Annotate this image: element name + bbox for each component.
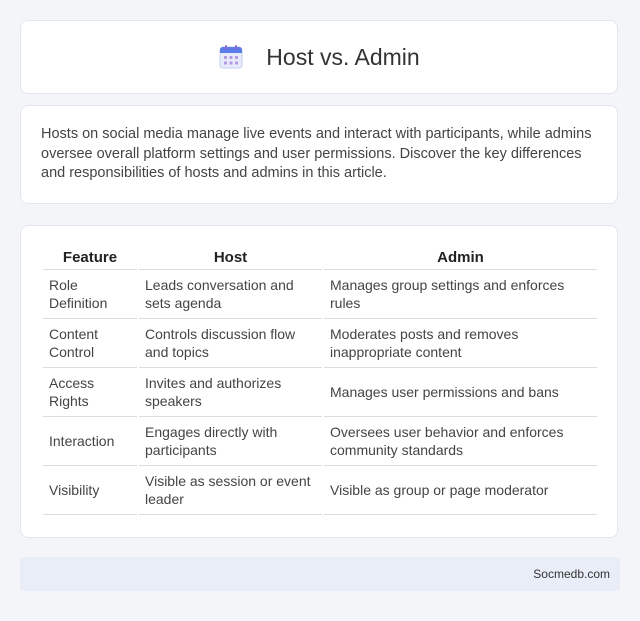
feature-cell: Access Rights — [43, 368, 137, 417]
table-row: Access Rights Invites and authorizes spe… — [43, 368, 597, 417]
column-header-feature: Feature — [43, 246, 137, 270]
column-header-admin: Admin — [324, 246, 597, 270]
table-row: Interaction Engages directly with partic… — [43, 417, 597, 466]
column-header-host: Host — [139, 246, 322, 270]
table-row: Role Definition Leads conversation and s… — [43, 270, 597, 319]
footer-site-link[interactable]: Socmedb.com — [533, 567, 610, 581]
table-header-row: Feature Host Admin — [43, 246, 597, 270]
title-card: Host vs. Admin — [20, 20, 618, 94]
page-title: Host vs. Admin — [266, 43, 420, 70]
comparison-card: Feature Host Admin Role Definition Leads… — [20, 225, 618, 538]
comparison-table: Feature Host Admin Role Definition Leads… — [41, 246, 599, 515]
admin-cell: Manages user permissions and bans — [324, 368, 597, 417]
intro-card: Hosts on social media manage live events… — [20, 105, 618, 204]
intro-text: Hosts on social media manage live events… — [41, 126, 592, 181]
calendar-icon — [219, 45, 243, 69]
table-row: Content Control Controls discussion flow… — [43, 319, 597, 368]
host-cell: Invites and authorizes speakers — [139, 368, 322, 417]
admin-cell: Moderates posts and removes inappropriat… — [324, 319, 597, 368]
feature-cell: Content Control — [43, 319, 137, 368]
host-cell: Controls discussion flow and topics — [139, 319, 322, 368]
host-cell: Visible as session or event leader — [139, 466, 322, 515]
table-row: Visibility Visible as session or event l… — [43, 466, 597, 515]
footer: Socmedb.com — [20, 557, 620, 591]
admin-cell: Visible as group or page moderator — [324, 466, 597, 515]
admin-cell: Oversees user behavior and enforces comm… — [324, 417, 597, 466]
feature-cell: Visibility — [43, 466, 137, 515]
admin-cell: Manages group settings and enforces rule… — [324, 270, 597, 319]
feature-cell: Interaction — [43, 417, 137, 466]
host-cell: Leads conversation and sets agenda — [139, 270, 322, 319]
feature-cell: Role Definition — [43, 270, 137, 319]
host-cell: Engages directly with participants — [139, 417, 322, 466]
